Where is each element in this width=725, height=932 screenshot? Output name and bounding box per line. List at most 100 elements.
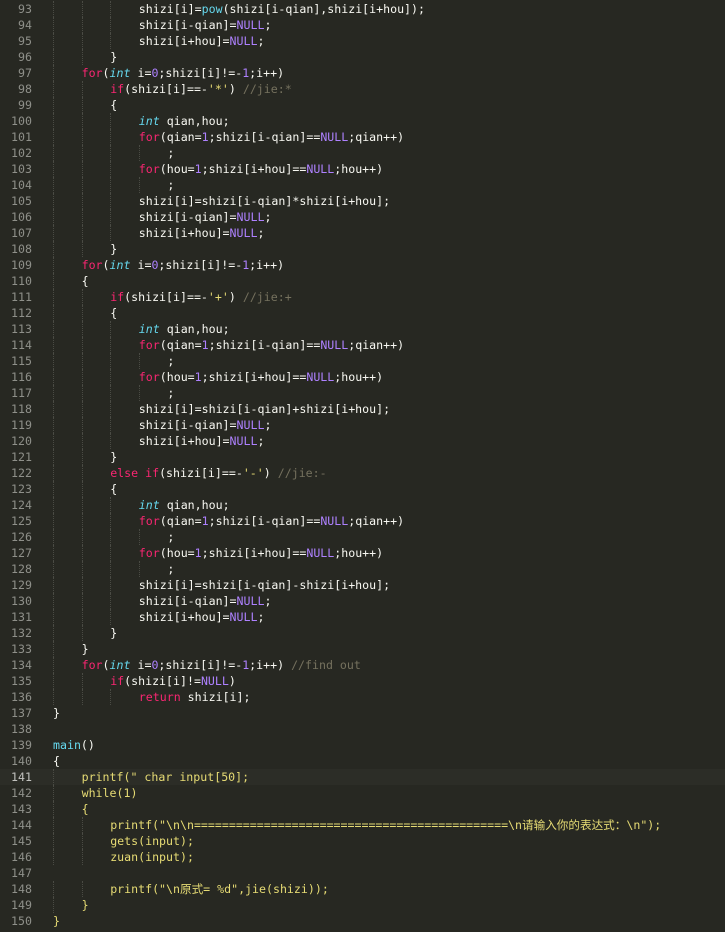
- code-token: (shizi[i]==-: [124, 290, 208, 304]
- code-line[interactable]: 124 int qian,hou;: [0, 497, 725, 513]
- code-token: NULL: [229, 34, 258, 48]
- code-token: else: [110, 466, 139, 480]
- line-number: 117: [11, 386, 32, 400]
- code-line[interactable]: 115;: [0, 353, 725, 369]
- code-token: ;: [264, 594, 272, 608]
- code-line[interactable]: 107 shizi[i+hou]=NULL;: [0, 225, 725, 241]
- line-number: 149: [11, 898, 32, 912]
- code-token: shizi[i+hou]=: [138, 226, 230, 240]
- code-line[interactable]: 130 shizi[i-qian]=NULL;: [0, 593, 725, 609]
- code-line[interactable]: 128;: [0, 561, 725, 577]
- code-token: (shizi[i]==-: [124, 82, 208, 96]
- code-line[interactable]: 94 shizi[i-qian]=NULL;: [0, 17, 725, 33]
- code-line[interactable]: 97 for(int i=0;shizi[i]!=-1;i++): [0, 65, 725, 81]
- indent-guide: [53, 497, 54, 513]
- code-line[interactable]: 95 shizi[i+hou]=NULL;: [0, 33, 725, 49]
- code-line[interactable]: 105 shizi[i]=shizi[i-qian]*shizi[i+hou];: [0, 193, 725, 209]
- code-line[interactable]: 141 printf(" char input[50];: [0, 769, 725, 785]
- line-number: 107: [11, 226, 32, 240]
- code-line[interactable]: 121}: [0, 449, 725, 465]
- indent-guide: [81, 353, 83, 369]
- line-number: 125: [11, 514, 32, 528]
- code-line[interactable]: 122 else if(shizi[i]==-'-') //jie:-: [0, 465, 725, 481]
- code-line[interactable]: 99 {: [0, 97, 725, 113]
- code-line[interactable]: 120 shizi[i+hou]=NULL;: [0, 433, 725, 449]
- code-line[interactable]: 148 printf("\n原式= %d",jie(shizi));: [0, 881, 725, 897]
- code-line[interactable]: 136 return shizi[i];: [0, 689, 725, 705]
- code-line[interactable]: 146 zuan(input);: [0, 849, 725, 865]
- code-token: for: [138, 514, 160, 528]
- code-line[interactable]: 131 shizi[i+hou]=NULL;: [0, 609, 725, 625]
- code-line[interactable]: 140 {: [0, 753, 725, 769]
- code-line[interactable]: 100 int qian,hou;: [0, 113, 725, 129]
- indent-guide: [81, 689, 83, 705]
- code-line[interactable]: 126;: [0, 529, 725, 545]
- code-line[interactable]: 114 for(qian=1;shizi[i-qian]==NULL;qian++…: [0, 337, 725, 353]
- code-editor[interactable]: 93 shizi[i]=pow(shizi[i-qian],shizi[i+hou…: [0, 0, 725, 932]
- code-line[interactable]: 145 gets(input);: [0, 833, 725, 849]
- indent-guide: [81, 81, 83, 97]
- code-line[interactable]: 109 for(int i=0;shizi[i]!=-1;i++): [0, 257, 725, 273]
- code-line[interactable]: 135 if(shizi[i]!=NULL): [0, 673, 725, 689]
- code-line[interactable]: 102;: [0, 145, 725, 161]
- code-line[interactable]: 138: [0, 721, 725, 737]
- line-number: 135: [11, 674, 32, 688]
- code-line[interactable]: 117;: [0, 385, 725, 401]
- code-line[interactable]: 139 main(): [0, 737, 725, 753]
- indent-guide: [81, 113, 83, 129]
- code-line[interactable]: 119 shizi[i-qian]=NULL;: [0, 417, 725, 433]
- indent-guide: [110, 161, 112, 177]
- code-text: gets(input);: [110, 833, 194, 849]
- code-line[interactable]: 103 for(hou=1;shizi[i+hou]==NULL;hou++): [0, 161, 725, 177]
- code-text: }: [53, 705, 60, 721]
- code-line[interactable]: 113 int qian,hou;: [0, 321, 725, 337]
- code-line[interactable]: 149}: [0, 897, 725, 913]
- indent-guide: [53, 97, 54, 113]
- code-line[interactable]: 134 for(int i=0;shizi[i]!=-1;i++) //find …: [0, 657, 725, 673]
- indent-guide: [53, 465, 54, 481]
- code-line[interactable]: 133}: [0, 641, 725, 657]
- code-token: ;: [167, 354, 175, 368]
- code-text: shizi[i-qian]=NULL;: [139, 593, 272, 609]
- code-line[interactable]: 112 {: [0, 305, 725, 321]
- code-line[interactable]: 106 shizi[i-qian]=NULL;: [0, 209, 725, 225]
- code-line[interactable]: 116 for(hou=1;shizi[i+hou]==NULL;hou++): [0, 369, 725, 385]
- code-line[interactable]: 142 while(1): [0, 785, 725, 801]
- indent-guide: [110, 193, 112, 209]
- code-line[interactable]: 132}: [0, 625, 725, 641]
- code-line[interactable]: 108}: [0, 241, 725, 257]
- indent-guide: [53, 577, 54, 593]
- code-line[interactable]: 104;: [0, 177, 725, 193]
- indent-guide: [53, 833, 54, 849]
- code-line[interactable]: 147: [0, 865, 725, 881]
- code-line[interactable]: 127 for(hou=1;shizi[i+hou]==NULL;hou++): [0, 545, 725, 561]
- code-line[interactable]: 123 {: [0, 481, 725, 497]
- code-token: ;hou++): [334, 546, 384, 560]
- indent-guide: [53, 65, 54, 81]
- code-token: (hou=: [159, 546, 195, 560]
- code-token: NULL: [229, 610, 258, 624]
- code-line[interactable]: 98 if(shizi[i]==-'*') //jie:*: [0, 81, 725, 97]
- code-line[interactable]: 101 for(qian=1;shizi[i-qian]==NULL;qian++…: [0, 129, 725, 145]
- code-line[interactable]: 111 if(shizi[i]==-'+') //jie:+: [0, 289, 725, 305]
- code-line[interactable]: 137}: [0, 705, 725, 721]
- code-token: for: [138, 130, 160, 144]
- code-token: ;: [167, 530, 175, 544]
- code-line[interactable]: 150}: [0, 913, 725, 929]
- indent-guide: [110, 225, 112, 241]
- code-line[interactable]: 110 {: [0, 273, 725, 289]
- code-text: for(hou=1;shizi[i+hou]==NULL;hou++): [139, 545, 383, 561]
- code-line[interactable]: 96}: [0, 49, 725, 65]
- code-line[interactable]: 143 {: [0, 801, 725, 817]
- indent-guide: [81, 129, 83, 145]
- code-line[interactable]: 118 shizi[i]=shizi[i-qian]+shizi[i+hou];: [0, 401, 725, 417]
- code-area[interactable]: 93 shizi[i]=pow(shizi[i-qian],shizi[i+hou…: [0, 0, 725, 932]
- code-token: shizi[i];: [180, 690, 251, 704]
- code-line[interactable]: 144 printf("\n\n=========================…: [0, 817, 725, 833]
- code-line[interactable]: 125 for(qian=1;shizi[i-qian]==NULL;qian++…: [0, 513, 725, 529]
- indent-guide: [53, 449, 54, 465]
- code-line[interactable]: 129 shizi[i]=shizi[i-qian]-shizi[i+hou];: [0, 577, 725, 593]
- indent-guide: [138, 145, 140, 161]
- code-token: 1: [194, 162, 202, 176]
- code-line[interactable]: 93 shizi[i]=pow(shizi[i-qian],shizi[i+hou…: [0, 1, 725, 17]
